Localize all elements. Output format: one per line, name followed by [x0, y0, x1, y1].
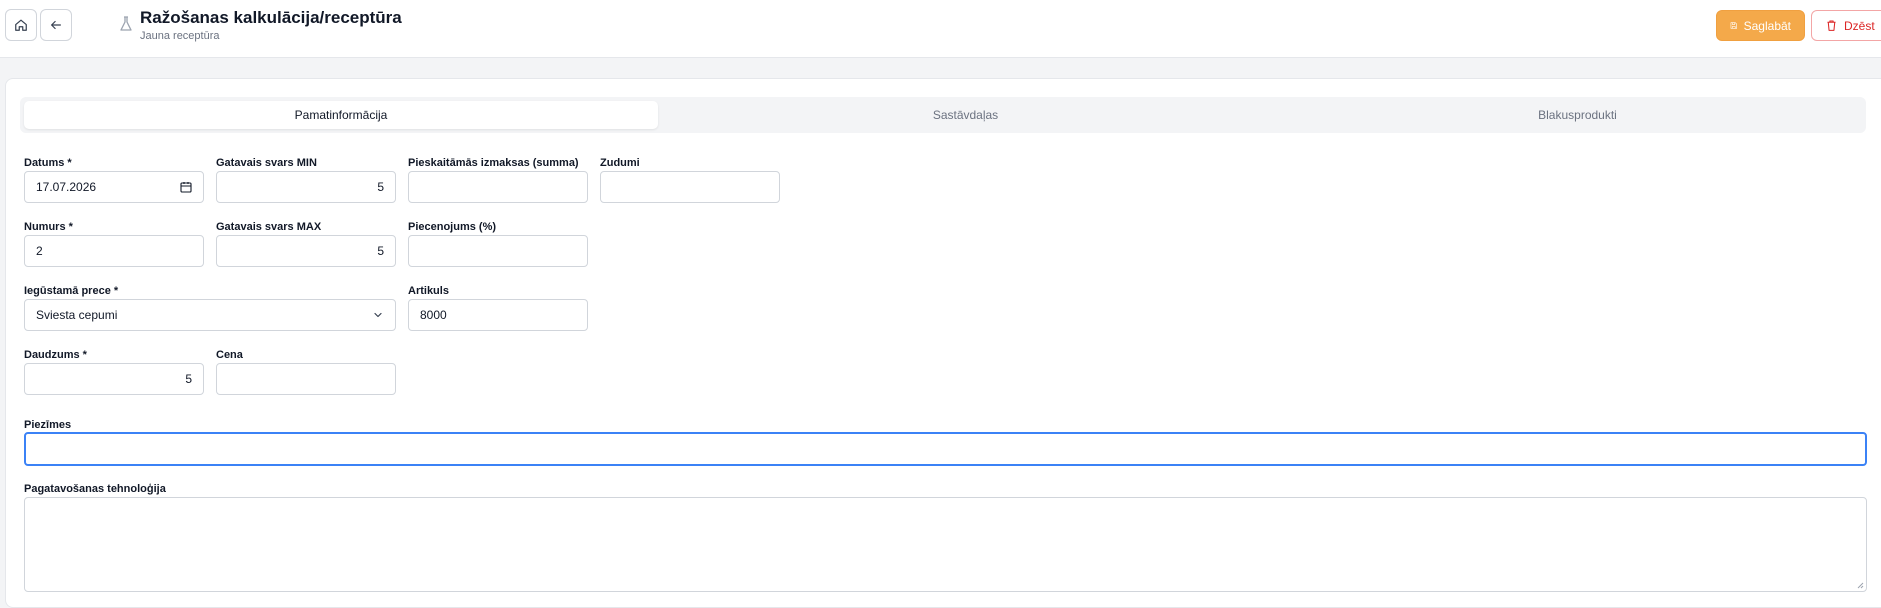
delete-button[interactable]: Dzēst: [1811, 10, 1881, 41]
save-button-label: Saglabāt: [1743, 18, 1791, 33]
tab-bar: Pamatinformācija Sastāvdaļas Blakusprodu…: [20, 97, 1866, 133]
artikuls-input[interactable]: 8000: [408, 299, 588, 331]
datums-label: Datums *: [24, 157, 72, 169]
home-button[interactable]: [5, 9, 37, 41]
page-subtitle: Jauna receptūra: [140, 30, 220, 42]
zudumi-input[interactable]: [600, 171, 780, 203]
arrow-left-icon: [51, 20, 61, 30]
artikuls-label: Artikuls: [408, 285, 449, 297]
save-button[interactable]: Saglabāt: [1716, 10, 1805, 41]
svars-min-input[interactable]: 5: [216, 171, 396, 203]
izmaksas-label: Pieskaitāmās izmaksas (summa): [408, 157, 579, 169]
top-bar: Ražošanas kalkulācija/receptūra Jauna re…: [0, 0, 1881, 58]
numurs-label: Numurs *: [24, 221, 73, 233]
prece-value: Sviesta cepumi: [36, 308, 118, 322]
daudzums-input[interactable]: 5: [24, 363, 204, 395]
page-title: Ražošanas kalkulācija/receptūra: [140, 8, 402, 27]
zudumi-label: Zudumi: [600, 157, 640, 169]
prece-label: Iegūstamā prece *: [24, 285, 119, 297]
resize-handle-icon[interactable]: [1856, 581, 1864, 589]
tab-sastavdalas[interactable]: Sastāvdaļas: [661, 101, 1270, 129]
tehnologija-label: Pagatavošanas tehnoloģija: [24, 483, 166, 495]
chevron-down-icon: [374, 312, 382, 318]
home-icon: [15, 19, 27, 31]
izmaksas-input[interactable]: [408, 171, 588, 203]
save-icon: [1730, 22, 1737, 29]
numurs-input[interactable]: 2: [24, 235, 204, 267]
svars-min-label: Gatavais svars MIN: [216, 157, 317, 169]
daudzums-label: Daudzums *: [24, 349, 87, 361]
piecenojums-input[interactable]: [408, 235, 588, 267]
cena-input[interactable]: [216, 363, 396, 395]
delete-button-label: Dzēst: [1844, 18, 1875, 33]
piezimes-input[interactable]: [24, 432, 1867, 466]
svars-max-label: Gatavais svars MAX: [216, 221, 322, 233]
datums-value: 17.07.2026: [36, 180, 97, 194]
cena-label: Cena: [216, 349, 243, 361]
trash-icon: [1827, 20, 1836, 31]
tab-blakusprodukti[interactable]: Blakusprodukti: [1273, 101, 1881, 129]
flask-icon: [120, 16, 132, 31]
tehnologija-textarea[interactable]: [24, 497, 1867, 592]
piezimes-label: Piezīmes: [24, 419, 72, 431]
calendar-icon[interactable]: [180, 181, 192, 193]
prece-select[interactable]: Sviesta cepumi: [24, 299, 396, 331]
svars-max-input[interactable]: 5: [216, 235, 396, 267]
tab-pamatinformacija[interactable]: Pamatinformācija: [24, 101, 658, 129]
datums-input[interactable]: 17.07.2026: [24, 171, 204, 203]
back-button[interactable]: [40, 9, 72, 41]
piecenojums-label: Piecenojums (%): [408, 221, 497, 233]
